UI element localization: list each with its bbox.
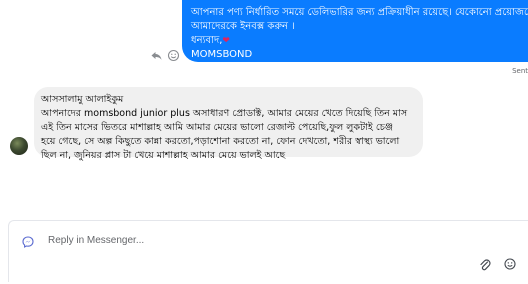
attachment-icon[interactable] [479,258,491,272]
avatar[interactable] [10,137,28,155]
outgoing-line-3: ধন্যবাদ,❤ [191,34,528,48]
smiley-icon[interactable] [167,49,180,62]
message-thread: আপনার পণ্য নির্ধারিত সময়ে ডেলিভারির জন্… [0,0,528,215]
outgoing-line-4: MOMSBOND [191,49,253,60]
incoming-line-4: হয়ে গেছে, সে অল্প কিছুতে কান্না করতো,পড… [41,136,400,147]
reply-input[interactable]: Reply in Messenger... [48,235,144,246]
sent-status: Sent [512,67,528,75]
incoming-line-1: আসসালামু আলাইকুম [41,94,124,105]
reply-composer: Reply in Messenger... [8,220,528,282]
outgoing-message-bubble[interactable]: আপনার পণ্য নির্ধারিত সময়ে ডেলিভারির জন্… [182,0,528,62]
outgoing-line-1: আপনার পণ্য নির্ধারিত সময়ে ডেলিভারির জন্… [191,7,528,18]
incoming-line-5: ছিল না, জুনিয়র প্লাস টা খেয়ে মাশাল্লাহ… [41,150,286,161]
incoming-line-3: এই তিন মাসের ভিতরে মাশাল্লাহ আমি আমার মে… [41,122,393,133]
outgoing-line-2: আমাদেরকে ইনবক্স করুন । [191,21,295,32]
heart-icon: ❤ [222,36,230,46]
incoming-message-bubble[interactable]: আসসালামু আলাইকুম আপনাদের momsbond junior… [34,87,423,161]
emoji-icon[interactable] [504,258,516,270]
messenger-icon [22,236,34,248]
incoming-line-2: আপনাদের momsbond junior plus অসাধারণ প্র… [41,108,408,119]
message-actions [150,49,180,62]
outgoing-thanks: ধন্যবাদ, [191,35,223,46]
reply-icon[interactable] [150,49,163,62]
